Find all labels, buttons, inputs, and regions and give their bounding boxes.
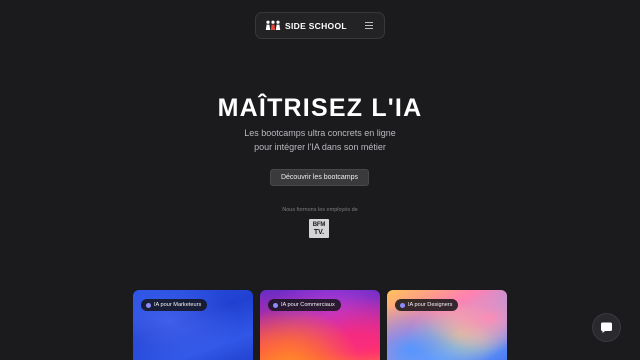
tag-dot-icon — [146, 302, 151, 308]
hero-title: MAÎTRISEZ L'IA — [217, 94, 423, 122]
hamburger-menu-icon[interactable] — [362, 19, 376, 33]
card-tag: IA pour Commerciaux — [268, 299, 341, 311]
trust-text: Nous formons les employés de — [282, 207, 358, 213]
bootcamp-card-commerciaux[interactable]: IA pour Commerciaux — [260, 290, 380, 360]
card-tag-label: IA pour Marketeurs — [154, 302, 202, 308]
bfm-logo-line-1: BFM — [312, 221, 326, 228]
bfm-logo-line-2: TV. — [313, 228, 325, 236]
card-tag-label: IA pour Designers — [408, 302, 453, 308]
chat-bubble-icon — [601, 322, 612, 333]
page: SIDE SCHOOL MAÎTRISEZ L'IA Les bootcamps… — [0, 0, 640, 360]
bfm-tv-logo: BFM TV. — [309, 219, 329, 238]
card-tag: IA pour Designers — [395, 299, 459, 311]
top-navbar: SIDE SCHOOL — [255, 12, 385, 39]
card-tag-label: IA pour Commerciaux — [281, 302, 335, 308]
three-people-icon — [265, 20, 281, 30]
tag-dot-icon — [400, 302, 405, 308]
discover-bootcamps-button[interactable]: Découvrir les bootcamps — [270, 169, 369, 186]
brand-name: SIDE SCHOOL — [285, 20, 347, 31]
hero-subtitle-line-2: pour intégrer l'IA dans son métier — [254, 142, 386, 152]
bootcamp-card-designers[interactable]: IA pour Designers — [387, 290, 507, 360]
card-tag: IA pour Marketeurs — [141, 299, 208, 311]
hero-subtitle-line-1: Les bootcamps ultra concrets en ligne — [244, 128, 396, 138]
chat-launcher-button[interactable] — [592, 313, 621, 342]
tag-dot-icon — [273, 302, 278, 308]
brand-logo[interactable]: SIDE SCHOOL — [265, 20, 347, 31]
bootcamp-card-marketeurs[interactable]: IA pour Marketeurs — [133, 290, 253, 360]
